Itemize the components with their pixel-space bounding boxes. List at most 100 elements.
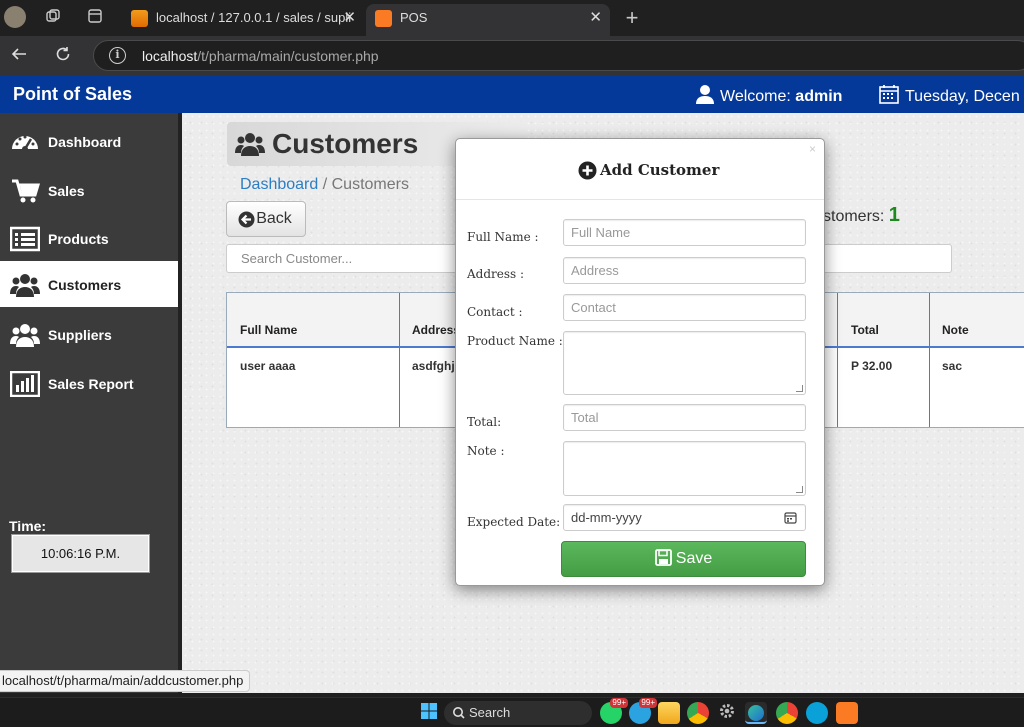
expected-date-placeholder: dd-mm-yyyy [571, 510, 642, 525]
close-tab-icon[interactable]: ✕ [343, 4, 356, 32]
cell-total: P 32.00 [851, 359, 893, 373]
expected-date-input[interactable]: dd-mm-yyyy [563, 504, 806, 531]
user-icon [696, 85, 714, 104]
whatsapp-icon[interactable]: 99+ [600, 698, 628, 724]
chrome-alt-icon[interactable] [776, 702, 798, 724]
taskbar: Search 99+ 99+ [0, 697, 1024, 727]
site-info-icon[interactable]: i [109, 47, 126, 64]
new-tab-icon[interactable]: + [622, 7, 642, 29]
notification-badge: 99+ [610, 698, 628, 708]
note-label: Note : [467, 444, 505, 458]
column-divider [929, 293, 930, 427]
date-text: Tuesday, Decen [879, 84, 1020, 106]
url-path: /t/pharma/main/customer.php [197, 48, 379, 64]
sidebar-item-suppliers[interactable]: Suppliers [0, 311, 178, 357]
sidebar-item-sales-report[interactable]: Sales Report [0, 360, 178, 406]
xampp-icon[interactable] [836, 702, 858, 724]
workspaces-icon[interactable] [43, 8, 63, 28]
cell-note: sac [942, 359, 963, 373]
tab-title: POS [400, 10, 428, 25]
resize-grip-icon[interactable] [796, 385, 803, 392]
breadcrumb-current: Customers [331, 176, 409, 193]
add-customer-modal: × Add Customer Full Name : Full Name Add… [455, 138, 825, 586]
save-button[interactable]: Save [561, 541, 806, 577]
telegram-icon[interactable]: 99+ [629, 698, 657, 724]
tab-phpmyadmin[interactable]: localhost / 127.0.0.1 / sales / supli ✕ [122, 4, 364, 36]
settings-gear-icon[interactable] [716, 702, 738, 724]
arrow-circle-left-icon [238, 211, 255, 228]
welcome-user: admin [795, 88, 843, 105]
url-field[interactable]: i localhost/t/pharma/main/customer.php [93, 40, 1024, 71]
header-address[interactable]: Address [412, 323, 460, 337]
tab-title: localhost / 127.0.0.1 / sales / supli [156, 10, 352, 25]
floppy-disk-icon [654, 549, 672, 566]
windows-start-icon[interactable] [418, 702, 440, 724]
product-name-label: Product Name : [467, 334, 563, 348]
tab-actions-icon[interactable] [85, 8, 105, 28]
contact-input[interactable]: Contact [563, 294, 806, 321]
back-arrow-icon[interactable] [8, 45, 30, 67]
customer-count: stomers: 1 [823, 204, 900, 227]
sidebar-item-sales[interactable]: Sales [0, 167, 178, 213]
sidebar-item-label: Suppliers [48, 327, 112, 343]
sidebar-item-products[interactable]: Products [0, 215, 178, 261]
note-textarea[interactable] [563, 441, 806, 496]
sidebar-item-dashboard[interactable]: Dashboard [0, 118, 178, 164]
cell-full-name: user aaaa [240, 359, 296, 373]
column-divider [399, 293, 400, 427]
cart-icon [12, 179, 40, 203]
breadcrumb-separator: / [318, 176, 332, 193]
phpmyadmin-favicon-icon [131, 10, 148, 27]
modal-title-text: Add Customer [600, 161, 720, 179]
users-icon [10, 274, 40, 297]
browser-c-icon[interactable] [806, 702, 828, 724]
customer-count-label: stomers: [823, 208, 885, 225]
brand-title[interactable]: Point of Sales [13, 84, 132, 105]
sidebar-item-customers[interactable]: Customers [0, 261, 178, 307]
sidebar-item-label: Sales [48, 183, 85, 199]
total-input[interactable]: Total [563, 404, 806, 431]
address-bar-row: i localhost/t/pharma/main/customer.php [0, 36, 1024, 76]
taskbar-search[interactable]: Search [444, 701, 592, 725]
full-name-input[interactable]: Full Name [563, 219, 806, 246]
modal-close-icon[interactable]: × [809, 142, 816, 156]
browser-tab-bar: localhost / 127.0.0.1 / sales / supli ✕ … [0, 0, 1024, 36]
tab-pos[interactable]: POS ✕ [366, 4, 610, 36]
sidebar-item-label: Dashboard [48, 134, 122, 150]
welcome-text: Welcome: admin [696, 84, 842, 106]
contact-label: Contact : [467, 305, 523, 319]
modal-divider [456, 199, 824, 200]
customer-count-value: 1 [888, 204, 900, 226]
clock-display: 10:06:16 P.M. [11, 534, 150, 573]
reload-icon[interactable] [52, 45, 74, 67]
plus-circle-icon [578, 161, 597, 180]
back-button-label: Back [256, 210, 292, 227]
calendar-icon [879, 85, 899, 104]
file-explorer-icon[interactable] [658, 702, 680, 724]
welcome-prefix: Welcome: [720, 88, 791, 105]
expected-date-label: Expected Date: [467, 515, 561, 529]
header-note[interactable]: Note [942, 323, 969, 337]
product-name-textarea[interactable] [563, 331, 806, 395]
chrome-icon[interactable] [687, 702, 709, 724]
close-tab-icon[interactable]: ✕ [589, 4, 602, 32]
url-host: localhost [142, 48, 198, 64]
modal-title: Add Customer [578, 161, 720, 180]
xampp-favicon-icon [375, 10, 392, 27]
address-input[interactable]: Address [563, 257, 806, 284]
bar-chart-icon [10, 371, 40, 397]
resize-grip-icon[interactable] [796, 486, 803, 493]
edge-icon[interactable] [745, 702, 767, 724]
search-icon [453, 707, 465, 719]
full-name-label: Full Name : [467, 230, 539, 244]
header-full-name[interactable]: Full Name [240, 323, 297, 337]
save-button-label: Save [675, 550, 713, 567]
date-value: Tuesday, Decen [905, 88, 1020, 105]
sidebar-item-label: Products [48, 231, 109, 247]
breadcrumb-link-dashboard[interactable]: Dashboard [240, 176, 318, 193]
profile-avatar-icon[interactable] [4, 6, 26, 28]
header-total[interactable]: Total [851, 323, 879, 337]
calendar-picker-icon[interactable] [784, 511, 797, 524]
back-button[interactable]: Back [226, 201, 306, 237]
sidebar: Dashboard Sales Products Customers Suppl… [0, 113, 182, 693]
